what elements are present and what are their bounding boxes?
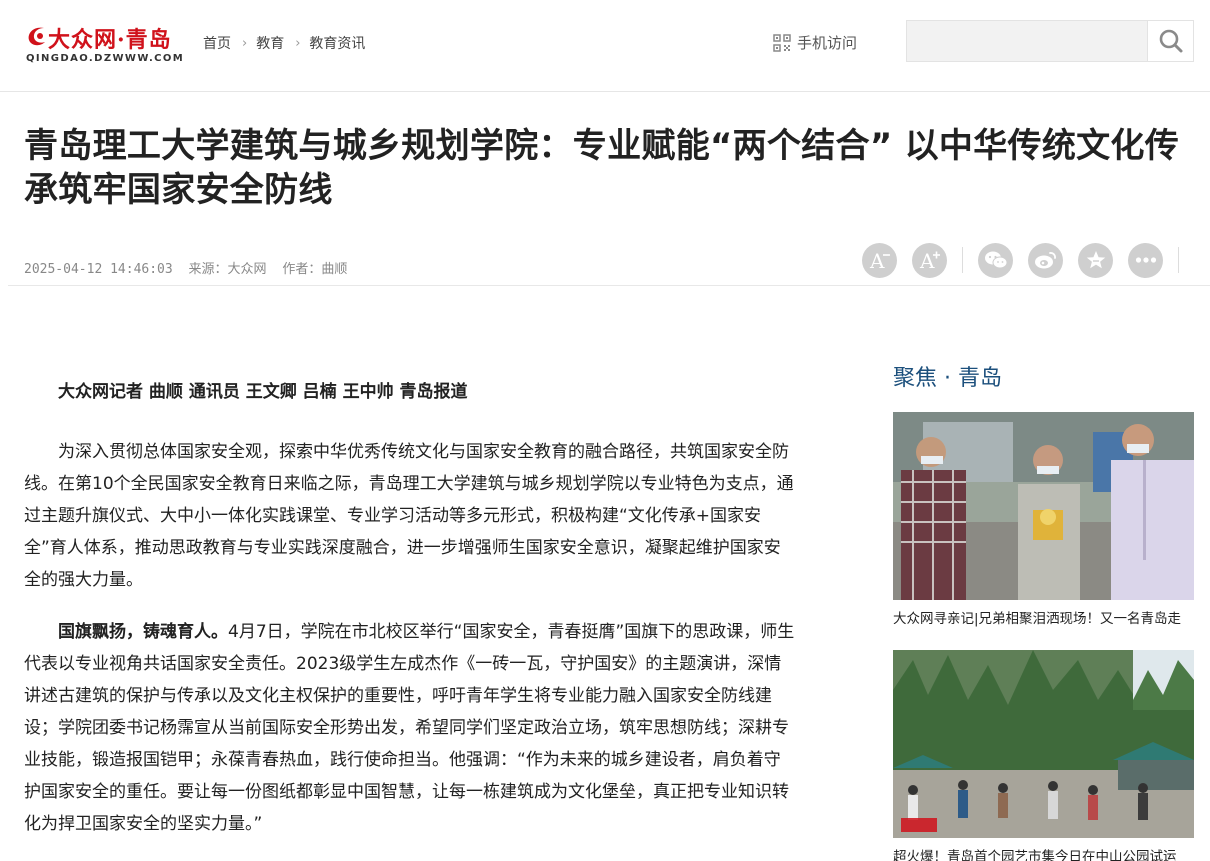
- search-box: [906, 20, 1194, 62]
- article-byline: 大众网记者 曲顺 通讯员 王文卿 吕楠 王中帅 青岛报道: [58, 382, 468, 402]
- article-source: 来源：大众网: [188, 262, 267, 277]
- sidebar-title: 聚焦 · 青岛: [893, 366, 1002, 391]
- search-button[interactable]: [1147, 21, 1193, 61]
- breadcrumb-home[interactable]: 首页: [203, 33, 231, 53]
- article-meta: 2025-04-12 14:46:03 来源：大众网 作者：曲顺: [24, 258, 355, 277]
- logo-text: 大众网·青岛: [48, 27, 172, 53]
- article-author: 作者：曲顺: [282, 262, 348, 277]
- site-logo[interactable]: 大众网·青岛 QINGDAO.DZWWW.COM: [26, 20, 186, 68]
- toolbar-divider: [962, 247, 963, 273]
- sidebar-news-card[interactable]: 超火爆！青岛首个园艺市集今日在中山公园试运: [893, 650, 1194, 861]
- news-caption-link[interactable]: 大众网寻亲记|兄弟相聚泪洒现场！又一名青岛走: [893, 607, 1194, 627]
- chevron-right-icon: ›: [295, 35, 301, 51]
- mobile-access-link[interactable]: 手机访问: [773, 32, 857, 53]
- publish-datetime: 2025-04-12 14:46:03: [24, 262, 173, 277]
- logo-domain: QINGDAO.DZWWW.COM: [26, 53, 185, 64]
- breadcrumb-education-news[interactable]: 教育资讯: [309, 33, 365, 53]
- share-wechat-button[interactable]: [978, 242, 1013, 278]
- share-weibo-button[interactable]: [1028, 242, 1063, 278]
- breadcrumb-education[interactable]: 教育: [256, 33, 284, 53]
- font-increase-button[interactable]: A: [912, 242, 947, 278]
- mobile-access-label: 手机访问: [797, 34, 858, 52]
- wechat-icon: [984, 251, 1007, 269]
- news-photo[interactable]: [893, 650, 1194, 838]
- site-header: 大众网·青岛 QINGDAO.DZWWW.COM 首页 › 教育 › 教育资讯 …: [0, 0, 1210, 92]
- article-body: 大众网记者 曲顺 通讯员 王文卿 吕楠 王中帅 青岛报道 为深入贯彻总体国家安全…: [24, 376, 796, 860]
- font-decrease-icon: A: [869, 249, 890, 271]
- news-photo-image: [893, 412, 1194, 600]
- article-paragraph: 为深入贯彻总体国家安全观，探索中华优秀传统文化与国家安全教育的融合路径，共筑国家…: [24, 442, 794, 590]
- news-photo-image: [893, 650, 1194, 838]
- paragraph-lead: 国旗飘扬，铸魂育人。: [58, 622, 228, 642]
- font-increase-icon: A: [919, 249, 940, 271]
- article-title: 青岛理工大学建筑与城乡规划学院：专业赋能“两个结合” 以中华传统文化传承筑牢国家…: [24, 126, 1180, 210]
- article-paragraph: 国旗飘扬，铸魂育人。4月7日，学院在市北校区举行“国家安全，青春挺膺”国旗下的思…: [24, 616, 796, 840]
- search-icon: [1159, 29, 1182, 53]
- favorite-icon: [1086, 251, 1105, 269]
- article-toolbar: A A: [862, 242, 1194, 278]
- paragraph-text: 4月7日，学院在市北校区举行“国家安全，青春挺膺”国旗下的思政课，师生代表以专业…: [24, 622, 795, 834]
- chevron-right-icon: ›: [242, 35, 248, 51]
- search-input[interactable]: [907, 21, 1147, 61]
- font-decrease-button[interactable]: A: [862, 242, 897, 278]
- more-icon: [1135, 257, 1156, 263]
- more-button[interactable]: [1128, 242, 1163, 278]
- favorite-button[interactable]: [1078, 242, 1113, 278]
- breadcrumb: 首页 › 教育 › 教育资讯: [203, 33, 365, 53]
- news-photo[interactable]: [893, 412, 1194, 600]
- sidebar-news-card[interactable]: 大众网寻亲记|兄弟相聚泪洒现场！又一名青岛走: [893, 412, 1194, 627]
- news-caption-link[interactable]: 超火爆！青岛首个园艺市集今日在中山公园试运: [893, 845, 1194, 861]
- svg-text:A: A: [869, 249, 885, 271]
- svg-text:A: A: [919, 249, 935, 271]
- toolbar-divider: [1178, 247, 1179, 273]
- meta-divider: [8, 285, 1210, 286]
- logo-swirl-icon: [28, 27, 45, 46]
- qr-code-icon: [773, 33, 791, 52]
- weibo-icon: [1034, 252, 1056, 269]
